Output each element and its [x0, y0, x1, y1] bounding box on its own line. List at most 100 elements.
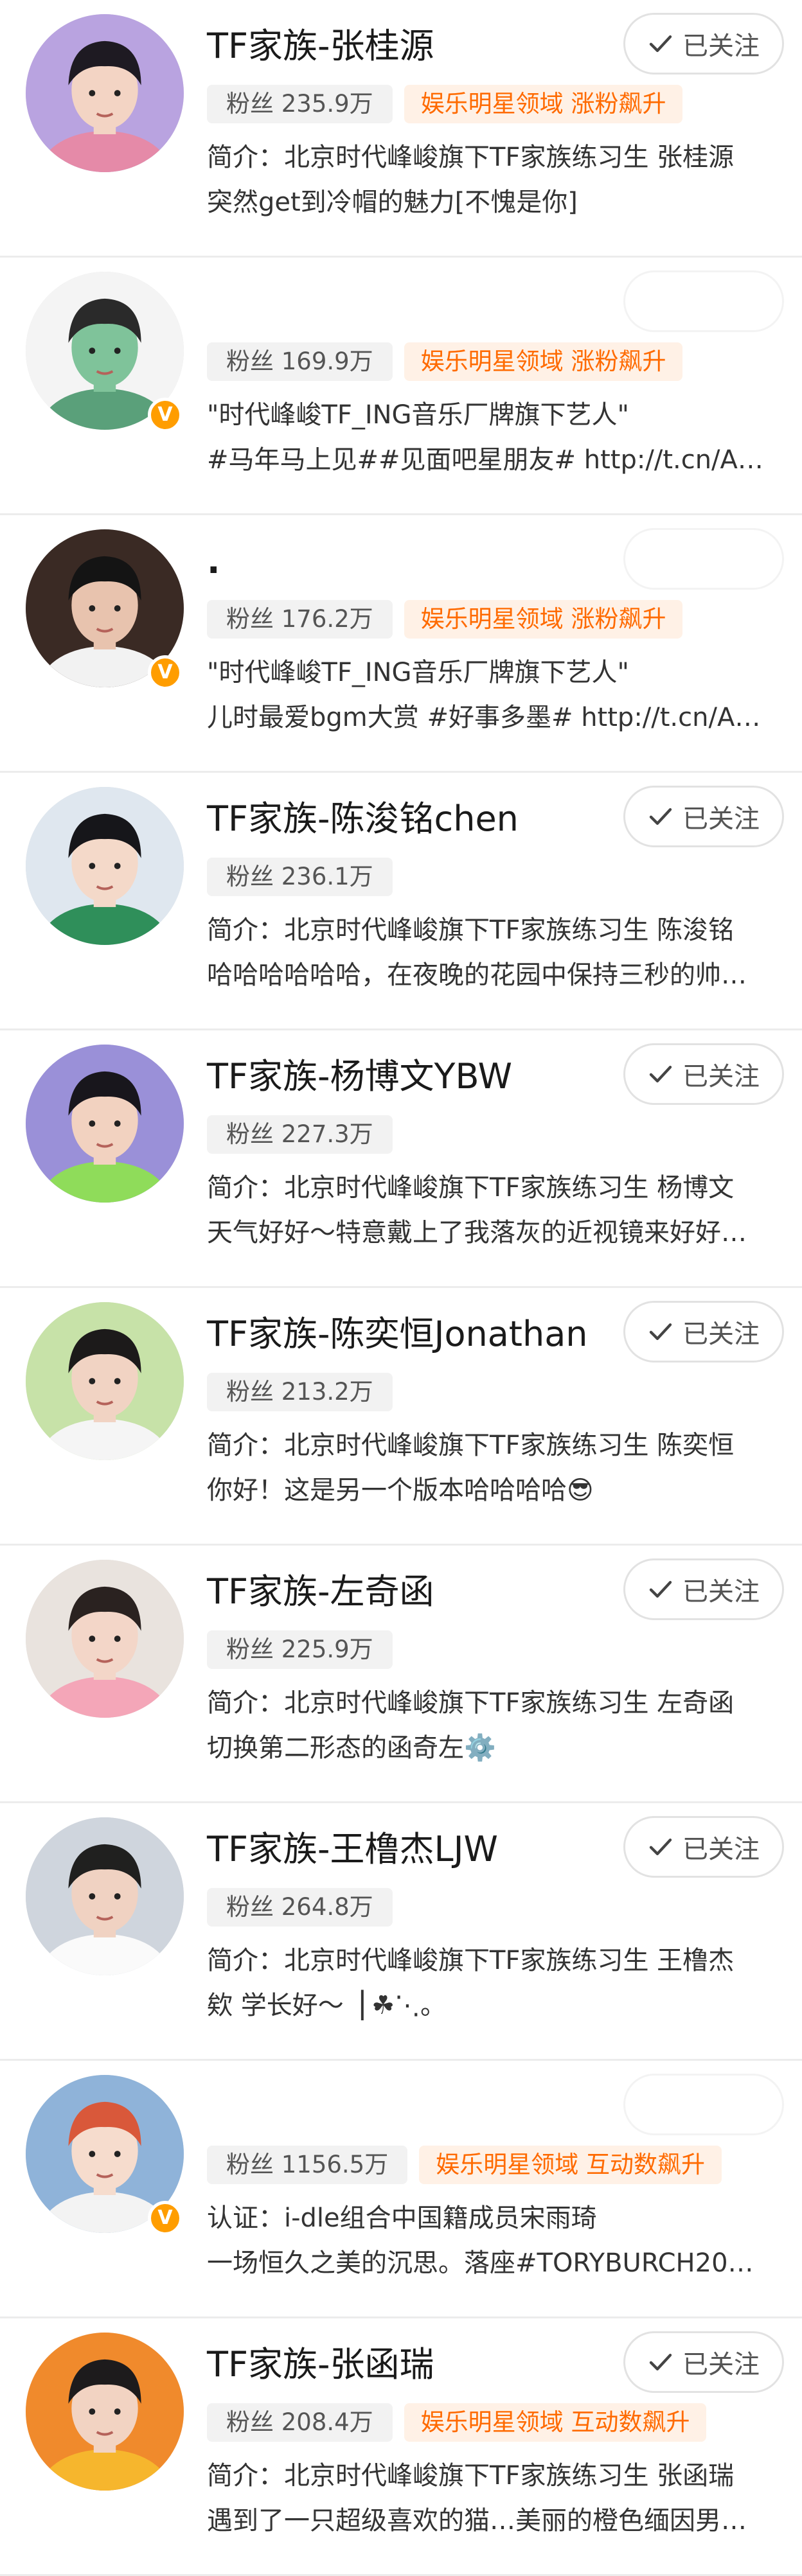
avatar[interactable] [26, 1302, 184, 1460]
user-name[interactable]: TF家族-陈浚铭chen [207, 796, 519, 842]
description-line-2: 你好！这是另一个版本哈哈哈哈😎 [207, 1476, 594, 1505]
description-line-1: 简介：北京时代峰峻旗下TF家族练习生 张桂源 [207, 143, 735, 172]
description-line-2: 遇到了一只超级喜欢的猫…美丽的橙色缅因男… [207, 2506, 747, 2536]
description-line-2: 切换第二形态的函奇左⚙️ [207, 1733, 496, 1763]
user-row[interactable]: TF家族-张函瑞 已关注粉丝 208.4万 娱乐明星领域 互动数飙升简介：北京时代峰… [0, 2318, 802, 2576]
description-line-1: "时代峰峻TF_ING音乐厂牌旗下艺人" [207, 400, 629, 430]
user-description: 简介：北京时代峰峻旗下TF家族练习生 杨博文 天气好好～特意戴上了我落灰的近视镜来… [207, 1165, 772, 1255]
description-line-2: 欸 学长好～▕ ☘⋱。 [207, 1991, 447, 2020]
check-icon [649, 808, 672, 825]
description-line-2: #马年马上见##见面吧星朋友# http://t.cn/A… [207, 445, 763, 475]
following-label: 已关注 [682, 2350, 760, 2379]
domain-trend-tag: 娱乐明星领域 互动数飙升 [404, 2403, 707, 2442]
domain-trend-tag: 娱乐明星领域 涨粉飙升 [404, 342, 683, 381]
user-row[interactable]: TF家族-杨博文YBW 已关注粉丝 227.3万简介：北京时代峰峻旗下TF家族练习… [0, 1030, 802, 1288]
user-row[interactable]: TF家族-左奇函 已关注粉丝 225.9万简介：北京时代峰峻旗下TF家族练习生 左… [0, 1546, 802, 1803]
description-line-1: 简介：北京时代峰峻旗下TF家族练习生 杨博文 [207, 1173, 735, 1203]
avatar[interactable] [26, 2333, 184, 2491]
user-name[interactable]: TF家族-左奇函 [207, 1569, 434, 1615]
avatar[interactable] [26, 787, 184, 945]
avatar[interactable] [26, 14, 184, 172]
user-row[interactable]: TF家族-王橹杰LJW 已关注粉丝 264.8万简介：北京时代峰峻旗下TF家族练习… [0, 1803, 802, 2061]
following-button[interactable]: 已关注 [623, 1816, 784, 1878]
user-description: 简介：北京时代峰峻旗下TF家族练习生 陈浚铭 哈哈哈哈哈哈，在夜晚的花园中保持三秒… [207, 908, 772, 998]
avatar[interactable] [26, 1560, 184, 1718]
following-label: 已关注 [682, 1835, 760, 1864]
user-description: 简介：北京时代峰峻旗下TF家族练习生 左奇函 切换第二形态的函奇左⚙️ [207, 1681, 772, 1770]
avatar[interactable] [26, 1045, 184, 1203]
fans-count-tag: 粉丝 225.9万 [207, 1630, 393, 1669]
verified-badge-icon: V [148, 398, 183, 432]
tag-row: 粉丝 213.2万 [207, 1373, 393, 1411]
user-description: "时代峰峻TF_ING音乐厂牌旗下艺人" #马年马上见##见面吧星朋友# http… [207, 393, 772, 482]
fans-count-tag: 粉丝 236.1万 [207, 858, 393, 896]
following-button[interactable]: 已关注 [623, 2331, 784, 2393]
description-line-2: 突然get到冷帽的魅力[不愧是你] [207, 188, 578, 217]
following-button[interactable]: 已关注 [623, 1043, 784, 1105]
following-button[interactable]: 已关注 [623, 1301, 784, 1363]
description-line-1: 简介：北京时代峰峻旗下TF家族练习生 张函瑞 [207, 2461, 735, 2491]
description-line-1: 简介：北京时代峰峻旗下TF家族练习生 王橹杰 [207, 1946, 735, 1975]
following-label: 已关注 [682, 1577, 760, 1607]
following-label: 已关注 [682, 1062, 760, 1091]
user-name[interactable]: TF家族-王橹杰LJW [207, 1826, 498, 1873]
description-line-1: "时代峰峻TF_ING音乐厂牌旗下艺人" [207, 658, 629, 687]
user-description: 简介：北京时代峰峻旗下TF家族练习生 王橹杰欸 学长好～▕ ☘⋱。 [207, 1938, 772, 2028]
check-icon [649, 2354, 672, 2370]
description-line-2: 一场恒久之美的沉思。落座#TORYBURCH20… [207, 2248, 754, 2278]
tag-row: 粉丝 227.3万 [207, 1115, 393, 1154]
tag-row: 粉丝 208.4万 娱乐明星领域 互动数飙升 [207, 2403, 707, 2442]
fans-count-tag: 粉丝 1156.5万 [207, 2146, 408, 2184]
description-line-1: 认证：i-dle组合中国籍成员宋雨琦 [207, 2203, 597, 2233]
user-row[interactable]: V 粉丝 1156.5万 娱乐明星领域 互动数飙升认证：i-dle组合中国籍成员宋雨… [0, 2061, 802, 2318]
user-name[interactable]: TF家族-张桂源 [207, 23, 434, 69]
user-row[interactable]: TF家族-陈浚铭chen 已关注粉丝 236.1万简介：北京时代峰峻旗下TF家族练… [0, 773, 802, 1030]
description-line-1: 简介：北京时代峰峻旗下TF家族练习生 陈浚铭 [207, 915, 735, 945]
fans-count-tag: 粉丝 169.9万 [207, 342, 393, 381]
follow-button[interactable] [623, 528, 784, 590]
check-icon [649, 1066, 672, 1082]
follow-button[interactable] [623, 270, 784, 332]
user-name[interactable]: TF家族-杨博文YBW [207, 1054, 512, 1100]
verified-badge-icon: V [148, 655, 183, 690]
domain-trend-tag: 娱乐明星领域 涨粉飙升 [404, 85, 683, 123]
user-row[interactable]: TF家族-张桂源 已关注粉丝 235.9万 娱乐明星领域 涨粉飙升简介：北京时代峰峻… [0, 0, 802, 258]
description-line-2: 哈哈哈哈哈哈，在夜晚的花园中保持三秒的帅… [207, 960, 747, 990]
domain-trend-tag: 娱乐明星领域 涨粉飙升 [404, 600, 683, 639]
domain-trend-tag: 娱乐明星领域 互动数飙升 [419, 2146, 722, 2184]
verified-badge-icon: V [148, 2201, 183, 2236]
user-row[interactable]: V 粉丝 169.9万 娱乐明星领域 涨粉飙升 "时代峰峻TF_ING音乐厂牌旗下艺人… [0, 258, 802, 515]
fans-count-tag: 粉丝 264.8万 [207, 1888, 393, 1927]
check-icon [649, 1323, 672, 1340]
following-label: 已关注 [682, 804, 760, 834]
fans-count-tag: 粉丝 213.2万 [207, 1373, 393, 1411]
user-name[interactable]: TF家族-陈奕恒Jonathan [207, 1311, 588, 1357]
following-label: 已关注 [682, 31, 760, 61]
user-name[interactable]: TF家族-张函瑞 [207, 2342, 434, 2388]
tag-row: 粉丝 235.9万 娱乐明星领域 涨粉飙升 [207, 85, 683, 123]
check-icon [649, 1839, 672, 1855]
user-description: 简介：北京时代峰峻旗下TF家族练习生 陈奕恒 你好！这是另一个版本哈哈哈哈😎 [207, 1423, 772, 1513]
following-button[interactable]: 已关注 [623, 786, 784, 847]
user-description: 简介：北京时代峰峻旗下TF家族练习生 张函瑞 遇到了一只超级喜欢的猫…美丽的橙色缅… [207, 2453, 772, 2543]
user-name[interactable]: . [207, 538, 220, 585]
user-row[interactable]: V. 粉丝 176.2万 娱乐明星领域 涨粉飙升 "时代峰峻TF_ING音乐厂牌旗下艺… [0, 515, 802, 773]
user-row[interactable]: TF家族-陈奕恒Jonathan 已关注粉丝 213.2万简介：北京时代峰峻旗下T… [0, 1288, 802, 1546]
fans-count-tag: 粉丝 176.2万 [207, 600, 393, 639]
tag-row: 粉丝 264.8万 [207, 1888, 393, 1927]
fans-count-tag: 粉丝 208.4万 [207, 2403, 393, 2442]
tag-row: 粉丝 1156.5万 娱乐明星领域 互动数飙升 [207, 2146, 722, 2184]
follow-button[interactable] [623, 2074, 784, 2135]
tag-row: 粉丝 225.9万 [207, 1630, 393, 1669]
description-line-2: 儿时最爱bgm大赏 #好事多墨# http://t.cn/A… [207, 703, 761, 732]
description-line-2: 天气好好～特意戴上了我落灰的近视镜来好好… [207, 1218, 747, 1248]
fans-count-tag: 粉丝 227.3万 [207, 1115, 393, 1154]
description-line-1: 简介：北京时代峰峻旗下TF家族练习生 陈奕恒 [207, 1431, 735, 1460]
following-button[interactable]: 已关注 [623, 13, 784, 75]
check-icon [649, 35, 672, 53]
tag-row: 粉丝 236.1万 [207, 858, 393, 896]
user-description: 认证：i-dle组合中国籍成员宋雨琦一场恒久之美的沉思。落座#TORYBURCH… [207, 2196, 772, 2286]
tag-row: 粉丝 169.9万 娱乐明星领域 涨粉飙升 [207, 342, 683, 381]
following-button[interactable]: 已关注 [623, 1558, 784, 1620]
avatar[interactable] [26, 1817, 184, 1975]
